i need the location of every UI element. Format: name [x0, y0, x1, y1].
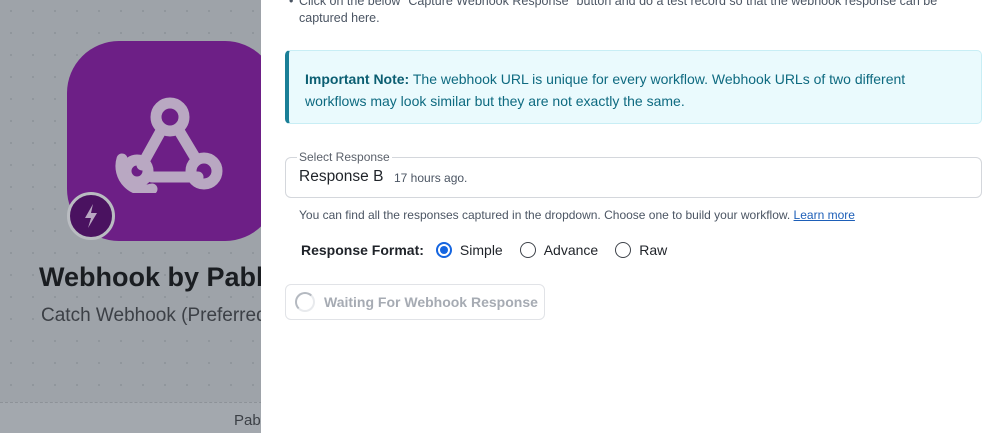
- waiting-webhook-response-button[interactable]: Waiting For Webhook Response: [285, 284, 545, 320]
- response-format-group: Response Format: Simple Advance Raw: [301, 240, 684, 260]
- select-response-label: Select Response: [297, 150, 392, 164]
- bottom-strip: Pab: [0, 402, 262, 433]
- select-response-timestamp: 17 hours ago.: [394, 171, 468, 185]
- trigger-badge: [67, 192, 115, 240]
- radio-simple[interactable]: [435, 242, 452, 258]
- radio-advance[interactable]: [519, 242, 536, 258]
- select-response-value[interactable]: Response B: [299, 168, 383, 186]
- important-note: Important Note: The webhook URL is uniqu…: [285, 50, 982, 124]
- bottom-strip-label: Pab: [234, 412, 261, 429]
- learn-more-link[interactable]: Learn more: [794, 208, 855, 222]
- webhook-settings-panel: • Click on the below "Capture Webhook Re…: [261, 0, 1000, 433]
- response-format-label: Response Format:: [301, 242, 424, 258]
- workflow-canvas: Webhook by Pabbly Catch Webhook (Preferr…: [0, 0, 262, 433]
- helper-label: You can find all the responses captured …: [299, 208, 791, 222]
- lightning-icon: [85, 204, 97, 228]
- radio-advance-label[interactable]: Advance: [544, 242, 598, 258]
- helper-text: You can find all the responses captured …: [299, 208, 855, 222]
- radio-raw[interactable]: [615, 242, 632, 258]
- radio-raw-label[interactable]: Raw: [639, 242, 667, 258]
- loading-spinner-icon: [295, 292, 315, 312]
- bullet-icon: •: [289, 0, 294, 8]
- app-title: Webhook by Pabbly: [39, 262, 262, 292]
- instruction-text: • Click on the below "Capture Webhook Re…: [289, 0, 959, 27]
- webhook-icon: [115, 97, 223, 193]
- note-title: Important Note:: [305, 71, 410, 87]
- app-subtitle: Catch Webhook (Preferred): [41, 305, 262, 326]
- waiting-button-label: Waiting For Webhook Response: [324, 294, 538, 310]
- instruction-label: Click on the below "Capture Webhook Resp…: [299, 0, 938, 25]
- radio-simple-label[interactable]: Simple: [460, 242, 503, 258]
